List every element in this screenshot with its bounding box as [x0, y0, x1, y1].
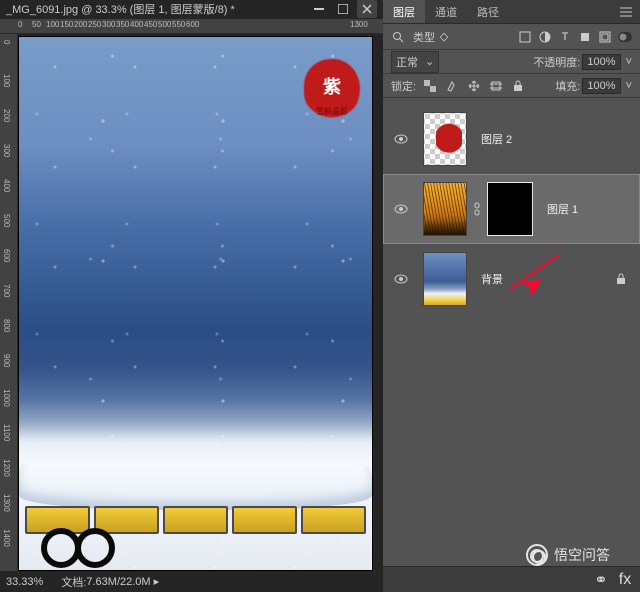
lock-position-icon[interactable]: [467, 79, 481, 93]
blend-row: 正常 ⌄ 不透明度:100% ˅: [383, 50, 640, 74]
layer-panel-footer: ⚭ fx: [383, 566, 640, 592]
layer-thumbnail[interactable]: [423, 252, 467, 306]
tab-channels[interactable]: 通道: [425, 0, 467, 23]
tab-paths[interactable]: 路径: [467, 0, 509, 23]
layer-name[interactable]: 背景: [481, 271, 503, 287]
visibility-toggle[interactable]: [394, 134, 408, 144]
document-window: _MG_6091.jpg @ 33.3% (图层 1, 图层蒙版/8) * 0 …: [0, 0, 383, 592]
fx-button[interactable]: fx: [618, 573, 632, 587]
lock-icon: [614, 272, 628, 286]
panel-menu-button[interactable]: [612, 0, 640, 23]
layers-panel: 图层 通道 路径 类型◇ T 正常 ⌄ 不透明度:100% ˅ 锁定: 填充:1…: [383, 0, 640, 592]
layer-row-1[interactable]: 图层 1: [383, 174, 640, 244]
wukong-logo-icon: [526, 544, 548, 566]
layer-row-2[interactable]: 图层 2: [383, 104, 640, 174]
lock-artboard-icon[interactable]: [489, 79, 503, 93]
title-bar: _MG_6091.jpg @ 33.3% (图层 1, 图层蒙版/8) *: [0, 0, 383, 19]
minimize-button[interactable]: [309, 0, 329, 18]
workspace: 0 100 200 300 400 500 600 700 800 900 10…: [0, 34, 383, 571]
filter-pixel-icon[interactable]: [518, 30, 532, 44]
tab-layers[interactable]: 图层: [383, 0, 425, 23]
filter-shape-icon[interactable]: [578, 30, 592, 44]
lock-row: 锁定: 填充:100% ˅: [383, 74, 640, 98]
watermark-stamp: 紫 雪枫晶影: [304, 59, 360, 121]
lock-pixels-icon[interactable]: [445, 79, 459, 93]
ruler-vertical: 0 100 200 300 400 500 600 700 800 900 10…: [0, 34, 18, 571]
filter-type-icon[interactable]: T: [558, 30, 572, 44]
layer-thumbnail[interactable]: [423, 182, 467, 236]
blend-mode-select[interactable]: 正常 ⌄: [391, 51, 439, 73]
visibility-toggle[interactable]: [394, 204, 408, 214]
fill-field[interactable]: 填充:100% ˅: [555, 78, 632, 94]
filter-kind-select[interactable]: 类型◇: [413, 29, 451, 45]
lock-label: 锁定:: [391, 78, 416, 94]
layer-mask-thumbnail[interactable]: [487, 182, 533, 236]
ruler-horizontal: 0 50 100 150 200 250 300 350 400 450 500…: [0, 19, 383, 34]
search-icon: [391, 30, 405, 44]
bench-artwork: [19, 462, 372, 552]
layer-name[interactable]: 图层 1: [547, 201, 578, 217]
status-bar: 33.33% 文档:7.63M/22.0M ▸: [0, 571, 383, 592]
layer-thumbnail[interactable]: [423, 112, 467, 166]
layer-name[interactable]: 图层 2: [481, 131, 512, 147]
layer-list: 图层 2 图层 1 背景: [383, 98, 640, 566]
opacity-field[interactable]: 不透明度:100% ˅: [533, 54, 632, 70]
visibility-toggle[interactable]: [394, 274, 408, 284]
layer-row-background[interactable]: 背景: [383, 244, 640, 314]
link-layers-button[interactable]: ⚭: [594, 573, 608, 587]
canvas[interactable]: 紫 雪枫晶影: [18, 36, 373, 571]
document-title: _MG_6091.jpg @ 33.3% (图层 1, 图层蒙版/8) *: [6, 1, 305, 17]
doc-size: 文档:7.63M/22.0M ▸: [61, 574, 159, 590]
maximize-button[interactable]: [333, 0, 353, 18]
filter-smart-icon[interactable]: [598, 30, 612, 44]
filter-toggle[interactable]: [618, 30, 632, 44]
zoom-level[interactable]: 33.33%: [6, 576, 43, 588]
layer-filter-row: 类型◇ T: [383, 24, 640, 50]
lock-transparency-icon[interactable]: [423, 79, 437, 93]
watermark-text: 悟空问答: [554, 545, 610, 565]
filter-adjust-icon[interactable]: [538, 30, 552, 44]
chevron-down-icon: ◇: [437, 30, 451, 44]
panel-tabs: 图层 通道 路径: [383, 0, 640, 24]
lock-all-icon[interactable]: [511, 79, 525, 93]
mask-link-icon[interactable]: [473, 202, 481, 216]
platform-watermark: 悟空问答: [526, 544, 610, 566]
close-button[interactable]: [357, 0, 377, 18]
canvas-area[interactable]: 紫 雪枫晶影: [18, 34, 383, 571]
